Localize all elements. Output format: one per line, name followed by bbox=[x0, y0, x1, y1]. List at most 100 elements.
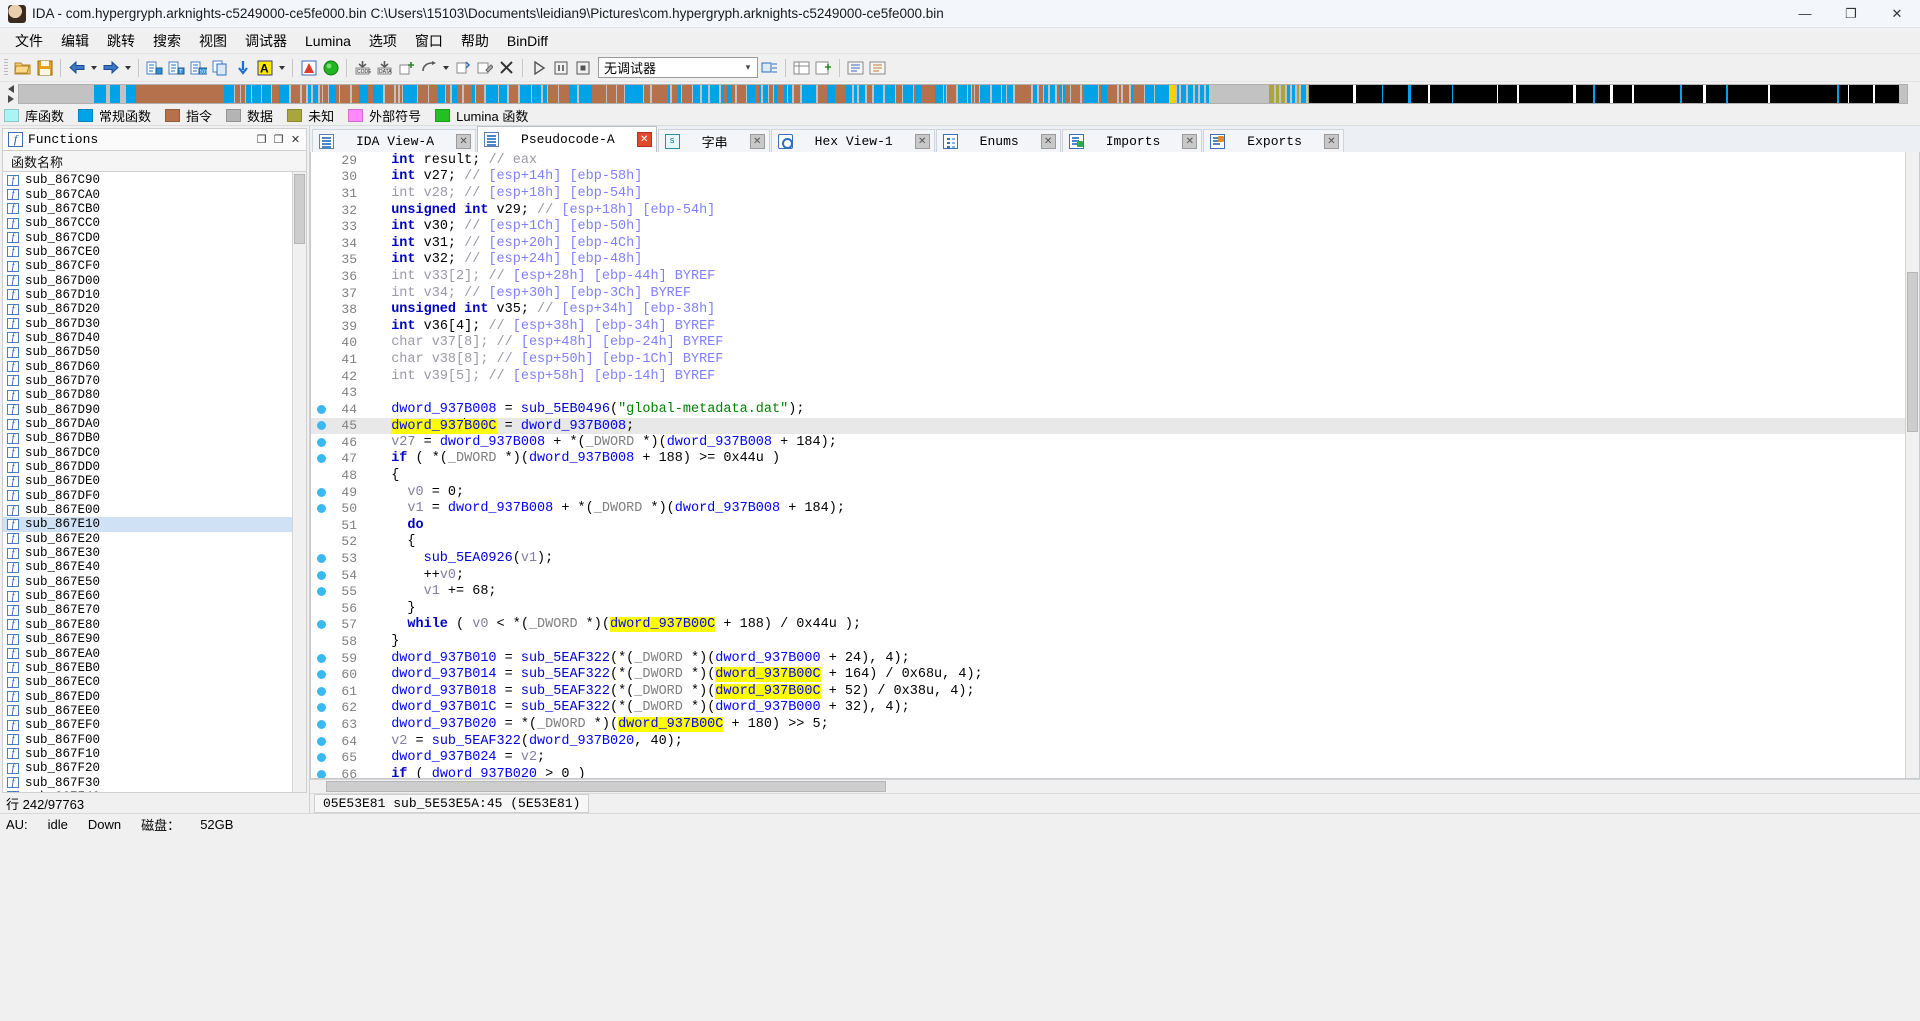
function-list-item[interactable]: f sub_867D40 bbox=[3, 331, 292, 345]
pseudocode-hscrollbar[interactable] bbox=[310, 779, 1920, 793]
menu-item-6[interactable]: Lumina bbox=[296, 30, 360, 52]
pseudocode-vscrollbar[interactable] bbox=[1905, 152, 1919, 778]
view-tab-hex-view-1[interactable]: Hex View-1 ✕ bbox=[770, 129, 935, 152]
view-tab-close-icon[interactable]: ✕ bbox=[1182, 134, 1198, 149]
function-list-item[interactable]: f sub_867DC0 bbox=[3, 446, 292, 460]
forward-icon[interactable] bbox=[100, 57, 121, 78]
function-list-item[interactable]: f sub_867D10 bbox=[3, 288, 292, 302]
forward-dropdown-icon[interactable] bbox=[122, 57, 133, 78]
back-icon[interactable] bbox=[66, 57, 87, 78]
function-icon[interactable] bbox=[452, 57, 473, 78]
breakpoint-marker-icon[interactable] bbox=[311, 769, 331, 778]
function-list-item[interactable]: f sub_867E20 bbox=[3, 532, 292, 546]
breakpoint-marker-icon[interactable] bbox=[311, 670, 331, 680]
segments-icon[interactable] bbox=[791, 57, 812, 78]
debug-run-icon[interactable] bbox=[528, 57, 549, 78]
code-line[interactable]: 44 dword_937B008 = sub_5EB0496("global-m… bbox=[311, 401, 1905, 418]
make-code-icon[interactable] bbox=[144, 57, 165, 78]
code-line[interactable]: 40 char v37[8]; // [esp+48h] [ebp-24h] B… bbox=[311, 335, 1905, 352]
function-list-item[interactable]: f sub_867F00 bbox=[3, 732, 292, 747]
function-list-item[interactable]: f sub_867E40 bbox=[3, 560, 292, 574]
function-list-item[interactable]: f sub_867F40 bbox=[3, 790, 292, 792]
function-list-item[interactable]: f sub_867D80 bbox=[3, 388, 292, 402]
function-list-item[interactable]: f sub_867D30 bbox=[3, 316, 292, 331]
breakpoint-marker-icon[interactable] bbox=[311, 404, 331, 414]
function-list-item[interactable]: f sub_867DF0 bbox=[3, 489, 292, 503]
code-block-icon[interactable]: CODE bbox=[352, 57, 373, 78]
function-list-item[interactable]: f sub_867D50 bbox=[3, 345, 292, 359]
function-list-item[interactable]: f sub_867C90 bbox=[3, 173, 292, 187]
code-line[interactable]: 43 bbox=[311, 384, 1905, 401]
breakpoint-marker-icon[interactable] bbox=[311, 437, 331, 447]
code-line[interactable]: 45 dword_937B00C = dword_937B008; bbox=[311, 417, 1905, 435]
breakpoint-marker-icon[interactable] bbox=[311, 736, 331, 746]
function-list-item[interactable]: f sub_867D60 bbox=[3, 359, 292, 374]
function-list-item[interactable]: f sub_867DD0 bbox=[3, 460, 292, 474]
breakpoint-marker-icon[interactable] bbox=[311, 686, 331, 696]
code-line[interactable]: 33 int v30; // [esp+1Ch] [ebp-50h] bbox=[311, 218, 1905, 235]
save-icon[interactable] bbox=[34, 57, 55, 78]
menu-item-9[interactable]: 帮助 bbox=[452, 28, 498, 54]
code-line[interactable]: 39 int v36[4]; // [esp+38h] [ebp-34h] BY… bbox=[311, 318, 1905, 335]
function-list-item[interactable]: f sub_867ED0 bbox=[3, 689, 292, 704]
function-list-item[interactable]: f sub_867F10 bbox=[3, 747, 292, 761]
code-line[interactable]: 35 int v32; // [esp+24h] [ebp-48h] bbox=[311, 252, 1905, 269]
breakpoint-marker-icon[interactable] bbox=[311, 587, 331, 597]
code-line[interactable]: 54 ++v0; bbox=[311, 567, 1905, 584]
view-tab-close-icon[interactable]: ✕ bbox=[636, 132, 652, 147]
view-tab-exports[interactable]: Exports ✕ bbox=[1203, 129, 1344, 152]
undefine-icon[interactable] bbox=[418, 57, 439, 78]
edit-function-icon[interactable] bbox=[474, 57, 495, 78]
function-list-item[interactable]: f sub_867DE0 bbox=[3, 474, 292, 488]
code-line[interactable]: 49 v0 = 0; bbox=[311, 484, 1905, 501]
view-tab-close-icon[interactable]: ✕ bbox=[914, 134, 930, 149]
function-list-item[interactable]: f sub_867CC0 bbox=[3, 216, 292, 230]
add-segment-icon[interactable] bbox=[813, 57, 834, 78]
code-line[interactable]: 38 unsigned int v35; // [esp+34h] [ebp-3… bbox=[311, 301, 1905, 318]
function-list-item[interactable]: f sub_867E70 bbox=[3, 603, 292, 617]
view-tab-close-icon[interactable]: ✕ bbox=[456, 134, 472, 149]
function-list-item[interactable]: f sub_867EF0 bbox=[3, 718, 292, 732]
code-line[interactable]: 41 char v38[8]; // [esp+50h] [ebp-1Ch] B… bbox=[311, 351, 1905, 368]
view-tab-close-icon[interactable]: ✕ bbox=[1040, 134, 1056, 149]
breakpoint-marker-icon[interactable] bbox=[311, 570, 331, 580]
minimize-button[interactable]: — bbox=[1782, 0, 1828, 28]
functions-column-header[interactable]: 函数名称 bbox=[2, 150, 307, 172]
function-list-item[interactable]: f sub_867D00 bbox=[3, 273, 292, 288]
code-line[interactable]: 61 dword_937B018 = sub_5EAF322(*(_DWORD … bbox=[311, 683, 1905, 700]
code-line[interactable]: 48 { bbox=[311, 467, 1905, 484]
open-file-icon[interactable] bbox=[12, 57, 33, 78]
breakpoint-marker-icon[interactable] bbox=[311, 753, 331, 763]
function-list-item[interactable]: f sub_867E50 bbox=[3, 575, 292, 589]
code-line[interactable]: 58 } bbox=[311, 633, 1905, 650]
code-line[interactable]: 37 int v34; // [esp+30h] [ebp-3Ch] BYREF bbox=[311, 285, 1905, 302]
code-line[interactable]: 66 if ( dword_937B020 > 0 ) bbox=[311, 766, 1905, 778]
code-line[interactable]: 53 sub_5EA0926(v1); bbox=[311, 550, 1905, 567]
panel-restore-button[interactable]: ❐ bbox=[253, 131, 270, 148]
view-tab-close-icon[interactable]: ✕ bbox=[749, 134, 765, 149]
code-line[interactable]: 50 v1 = dword_937B008 + *(_DWORD *)(dwor… bbox=[311, 500, 1905, 517]
view-tab-close-icon[interactable]: ✕ bbox=[1323, 134, 1339, 149]
code-line[interactable]: 34 int v31; // [esp+20h] [ebp-4Ch] bbox=[311, 235, 1905, 252]
highlight-dropdown-icon[interactable] bbox=[276, 57, 287, 78]
navigator-band[interactable] bbox=[18, 84, 1908, 104]
data-block-icon[interactable]: DATA bbox=[374, 57, 395, 78]
enums-toolbar-icon[interactable] bbox=[867, 57, 888, 78]
function-list-item[interactable]: f sub_867F20 bbox=[3, 761, 292, 775]
view-tab-pseudocode-a[interactable]: Pseudocode-A ✕ bbox=[477, 126, 657, 152]
function-list-item[interactable]: f sub_867D90 bbox=[3, 403, 292, 417]
breakpoint-marker-icon[interactable] bbox=[311, 703, 331, 713]
function-list-item[interactable]: f sub_867E90 bbox=[3, 632, 292, 646]
functions-scrollbar[interactable] bbox=[292, 172, 306, 792]
function-list-item[interactable]: f sub_867D20 bbox=[3, 302, 292, 316]
code-line[interactable]: 55 v1 += 68; bbox=[311, 583, 1905, 600]
view-tab--[interactable]: 字串 ✕ bbox=[657, 129, 770, 152]
make-text-icon[interactable]: T bbox=[166, 57, 187, 78]
functions-list[interactable]: f sub_867C90 f sub_867CA0 f sub_867CB0 f sub_86… bbox=[3, 172, 292, 792]
make-data-icon[interactable]: 101 bbox=[188, 57, 209, 78]
code-line[interactable]: 36 int v33[2]; // [esp+28h] [ebp-44h] BY… bbox=[311, 268, 1905, 285]
menu-item-1[interactable]: 编辑 bbox=[52, 28, 98, 54]
jump-down-icon[interactable] bbox=[232, 57, 253, 78]
view-tab-enums[interactable]: Enums ✕ bbox=[935, 129, 1061, 152]
function-list-item[interactable]: f sub_867CD0 bbox=[3, 230, 292, 245]
